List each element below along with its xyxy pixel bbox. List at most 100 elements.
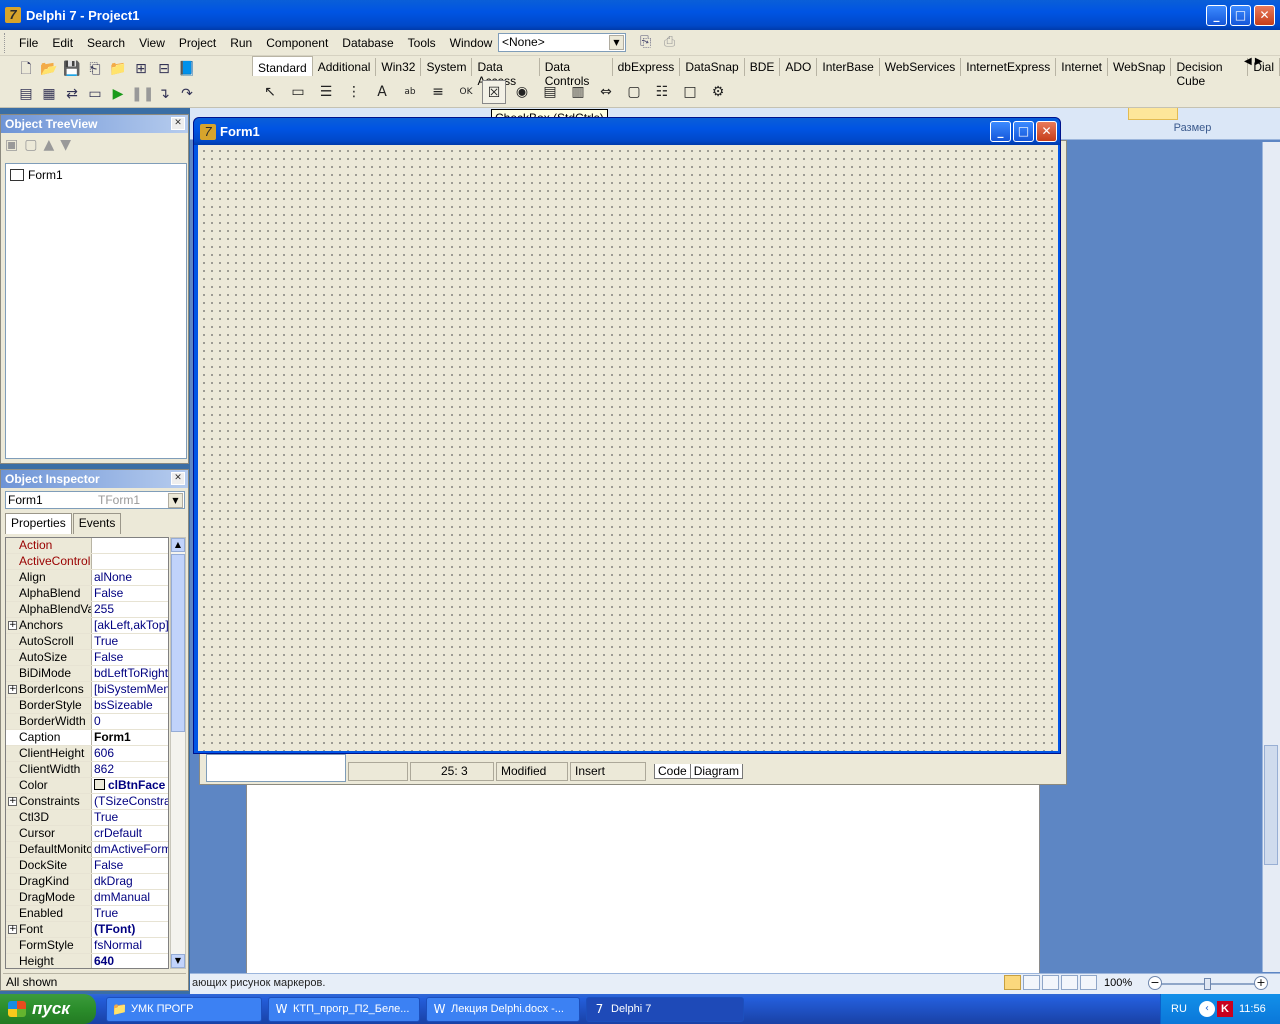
radiogroup-icon[interactable]: ☷ [650, 80, 674, 104]
delphi-app-icon[interactable]: 7 [200, 124, 216, 140]
desktop-layout-combo[interactable]: <None> ▼ [498, 33, 626, 52]
property-value[interactable]: 606 [94, 746, 168, 761]
menu-project[interactable]: Project [172, 36, 223, 50]
property-row-borderwidth[interactable]: BorderWidth 0 [6, 714, 168, 730]
menu-search[interactable]: Search [80, 36, 132, 50]
trace-into-icon[interactable]: ↴ [154, 84, 174, 104]
combobox-icon[interactable]: ▥ [566, 80, 590, 104]
property-row-alphablend[interactable]: AlphaBlend False [6, 586, 168, 602]
property-row-borderstyle[interactable]: BorderStyle bsSizeable [6, 698, 168, 714]
actionlist-icon[interactable]: ⚙ [706, 80, 730, 104]
menu-component[interactable]: Component [259, 36, 335, 50]
open-icon[interactable]: 📂 [39, 59, 59, 79]
form-design-surface[interactable] [198, 145, 1058, 751]
property-row-activecontrol[interactable]: ActiveControl [6, 554, 168, 570]
chevron-down-icon[interactable]: ▼ [609, 35, 624, 50]
close-icon[interactable]: ✕ [171, 117, 185, 130]
property-value[interactable]: [biSystemMenu, [94, 682, 168, 697]
palette-tab-interbase[interactable]: InterBase [817, 58, 880, 76]
property-row-action[interactable]: Action [6, 538, 168, 554]
palette-tab-additional[interactable]: Additional [313, 58, 377, 76]
memo-icon[interactable]: ≡ [426, 80, 450, 104]
palette-tab-win32[interactable]: Win32 [376, 58, 422, 76]
start-button[interactable]: пуск [0, 994, 96, 1024]
taskbar-task[interactable]: 7 Delphi 7 [586, 997, 744, 1022]
set-debug-desktop-icon[interactable]: ⎙ [664, 34, 675, 50]
property-grid-scrollbar[interactable]: ▲ ▼ [170, 537, 186, 969]
palette-tab-data-controls[interactable]: Data Controls [540, 58, 613, 88]
property-value[interactable]: True [94, 906, 168, 921]
scroll-thumb[interactable] [171, 554, 185, 732]
menu-edit[interactable]: Edit [45, 36, 80, 50]
property-row-dragkind[interactable]: DragKind dkDrag [6, 874, 168, 890]
property-row-height[interactable]: Height 640 [6, 954, 168, 968]
help-contents-icon[interactable]: 📘 [177, 59, 197, 79]
property-value[interactable]: Form1 [94, 730, 168, 745]
tab-code[interactable]: Code [654, 764, 691, 779]
remove-from-project-icon[interactable]: ⊟ [154, 59, 174, 79]
main-title-bar[interactable]: 7 Delphi 7 - Project1 _ □ ✕ [0, 0, 1280, 30]
palette-tab-ado[interactable]: ADO [780, 58, 818, 76]
checkbox-icon[interactable]: ☒ [482, 80, 506, 104]
property-row-autosize[interactable]: AutoSize False [6, 650, 168, 666]
property-row-formstyle[interactable]: FormStyle fsNormal [6, 938, 168, 954]
delphi-app-icon[interactable]: 7 [5, 7, 21, 23]
move-up-icon[interactable]: ▲ [43, 137, 54, 159]
palette-tab-decision-cube[interactable]: Decision Cube [1171, 58, 1249, 88]
property-value[interactable]: False [94, 858, 168, 873]
taskbar-task[interactable]: W КТП_прогр_П2_Беле... [268, 997, 420, 1022]
scroll-up-icon[interactable]: ▲ [171, 538, 185, 552]
zoom-slider-knob[interactable] [1204, 978, 1211, 990]
property-value[interactable] [94, 554, 168, 569]
scrollbar-icon[interactable]: ⇔ [594, 80, 618, 104]
menu-run[interactable]: Run [223, 36, 259, 50]
property-row-clientwidth[interactable]: ClientWidth 862 [6, 762, 168, 778]
property-value[interactable] [94, 538, 168, 553]
close-button[interactable]: ✕ [1254, 5, 1275, 26]
menu-grip[interactable] [4, 33, 7, 53]
scroll-down-icon[interactable]: ▼ [171, 954, 185, 968]
property-value[interactable]: 640 [94, 954, 168, 968]
palette-tab-internet[interactable]: Internet [1056, 58, 1108, 76]
property-value[interactable]: dmManual [94, 890, 168, 905]
listbox-icon[interactable]: ▤ [538, 80, 562, 104]
save-all-icon[interactable]: ⎗ [85, 59, 105, 79]
run-icon[interactable]: ▶ [108, 84, 128, 104]
property-row-cursor[interactable]: Cursor crDefault [6, 826, 168, 842]
palette-tab-system[interactable]: System [421, 58, 473, 76]
menu-view[interactable]: View [132, 36, 172, 50]
tray-back-icon[interactable]: ‹ [1199, 1001, 1215, 1017]
mainmenu-icon[interactable]: ☰ [314, 80, 338, 104]
antivirus-tray-icon[interactable]: K [1217, 1001, 1233, 1017]
tab-diagram[interactable]: Diagram [689, 764, 744, 779]
property-value[interactable]: (TFont) [94, 922, 168, 937]
property-value[interactable]: bdLeftToRight [94, 666, 168, 681]
pause-icon[interactable]: ❚❚ [131, 84, 154, 104]
property-value[interactable]: crDefault [94, 826, 168, 841]
property-row-color[interactable]: Color clBtnFace [6, 778, 168, 794]
tree-node-form1[interactable]: Form1 [10, 168, 63, 182]
palette-tab-internetexpress[interactable]: InternetExpress [961, 58, 1057, 76]
label-icon[interactable]: A [370, 80, 394, 104]
delete-item-icon[interactable]: ▢ [24, 137, 37, 159]
object-selector-combo[interactable]: Form1 TForm1 ▼ [5, 491, 185, 509]
print-layout-view-button[interactable] [1004, 975, 1021, 990]
palette-tab-dbexpress[interactable]: dbExpress [613, 58, 681, 76]
property-value[interactable]: dkDrag [94, 874, 168, 889]
expand-icon[interactable]: + [8, 621, 17, 630]
panel-icon[interactable]: □ [678, 80, 702, 104]
property-row-dragmode[interactable]: DragMode dmManual [6, 890, 168, 906]
language-indicator[interactable]: RU [1171, 1003, 1187, 1015]
property-row-alphablendvalu[interactable]: AlphaBlendValu255 [6, 602, 168, 618]
word-zoom-slider[interactable]: − + [1148, 976, 1268, 992]
palette-tab-datasnap[interactable]: DataSnap [680, 58, 745, 76]
property-row-bordericons[interactable]: +BorderIcons[biSystemMenu, [6, 682, 168, 698]
property-row-enabled[interactable]: Enabled True [6, 906, 168, 922]
property-value[interactable]: False [94, 650, 168, 665]
property-value[interactable]: bsSizeable [94, 698, 168, 713]
view-form-icon[interactable]: ▦ [39, 84, 59, 104]
property-row-anchors[interactable]: + Anchors [akLeft,akTop] [6, 618, 168, 634]
property-row-clientheight[interactable]: ClientHeight 606 [6, 746, 168, 762]
close-icon[interactable]: ✕ [171, 472, 185, 485]
palette-tab-standard[interactable]: Standard [252, 56, 313, 76]
